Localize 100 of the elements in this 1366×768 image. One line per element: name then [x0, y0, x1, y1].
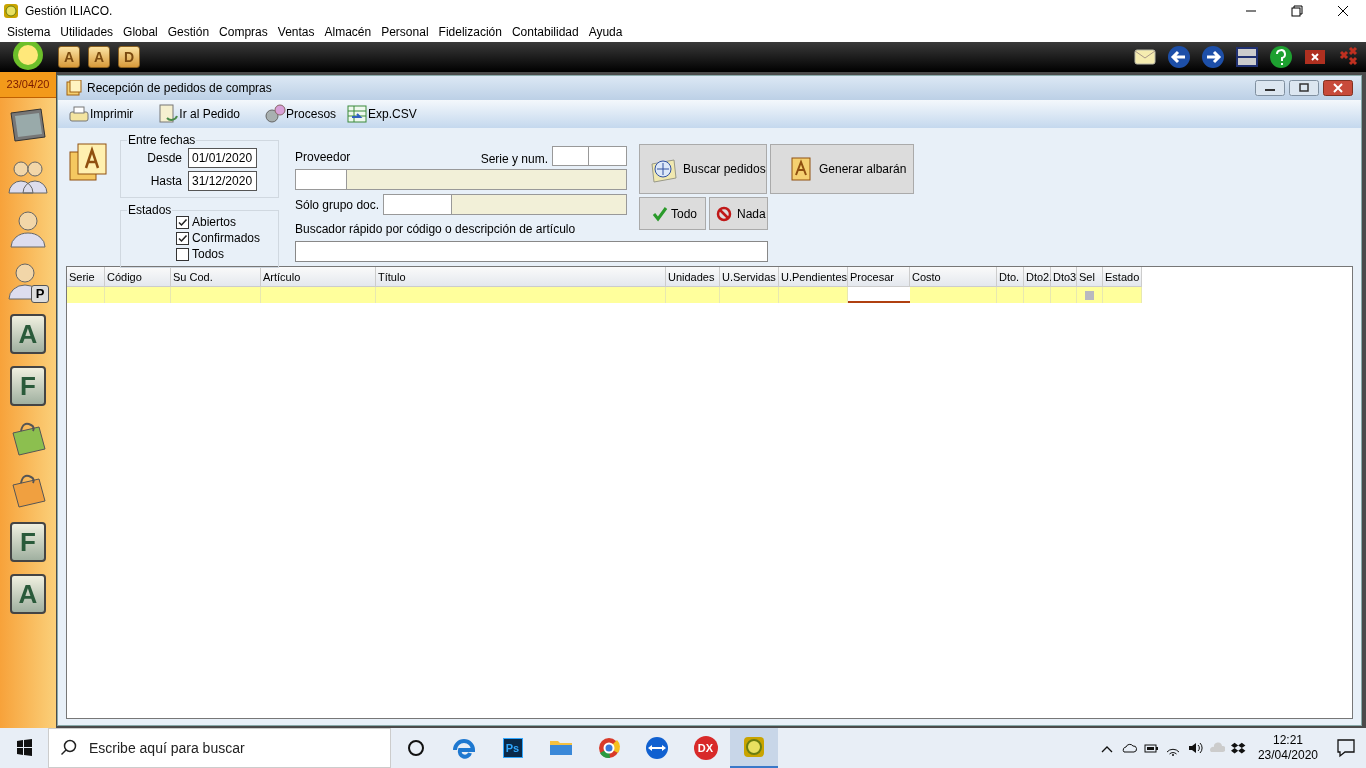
- minimize-button[interactable]: [1255, 80, 1285, 96]
- letter-button[interactable]: A: [10, 574, 46, 614]
- menu-item[interactable]: Ventas: [272, 23, 320, 41]
- column-header[interactable]: U.Pendientes: [779, 267, 848, 287]
- search-icon: [60, 739, 78, 757]
- document-title: Recepción de pedidos de compras: [87, 80, 272, 97]
- menu-item[interactable]: Contabilidad: [506, 23, 584, 41]
- column-header[interactable]: Unidades: [666, 267, 720, 287]
- maximize-button[interactable]: [1289, 80, 1319, 96]
- checkbox[interactable]: [176, 247, 189, 261]
- select-none-button[interactable]: Nada: [709, 197, 768, 230]
- column-header[interactable]: Código: [105, 267, 171, 287]
- split-window-icon[interactable]: [1234, 44, 1260, 70]
- dropbox-icon[interactable]: [1230, 740, 1247, 756]
- checkbox-row[interactable]: Abiertos: [176, 214, 261, 230]
- close-button[interactable]: [1323, 80, 1353, 96]
- document-stack-icon: [68, 142, 108, 182]
- column-header[interactable]: Dto2.: [1024, 267, 1051, 287]
- supplier-name-field[interactable]: [347, 169, 627, 190]
- toolbar-button[interactable]: Procesos: [264, 102, 343, 126]
- taskbar-app[interactable]: DX: [681, 728, 730, 768]
- column-header[interactable]: Costo: [910, 267, 997, 287]
- toolbar-button[interactable]: A: [58, 46, 80, 68]
- table-cell[interactable]: [261, 287, 376, 303]
- document-letter-icon: [791, 157, 811, 181]
- column-header[interactable]: Estado: [1103, 267, 1142, 287]
- menu-item[interactable]: Personal: [376, 23, 434, 41]
- menu-item[interactable]: Compras: [214, 23, 273, 41]
- column-header[interactable]: U.Servidas: [720, 267, 779, 287]
- checkmark-icon: [652, 205, 668, 222]
- checkbox[interactable]: [176, 215, 189, 229]
- table-cell[interactable]: [67, 287, 105, 303]
- generate-delivery-note-button[interactable]: Generar albarán: [770, 144, 914, 194]
- letter-button[interactable]: F: [10, 522, 46, 562]
- gears-icon: [264, 104, 287, 124]
- clock-time[interactable]: 12:21: [1272, 733, 1303, 748]
- speaker-icon[interactable]: [1186, 740, 1203, 756]
- taskbar-search-field[interactable]: Escribe aquí para buscar: [48, 728, 391, 768]
- menu-item[interactable]: Global: [118, 23, 163, 41]
- column-header[interactable]: Artículo: [261, 267, 376, 287]
- clock-date[interactable]: 23/04/2020: [1257, 748, 1318, 763]
- field-label: Sólo grupo doc.: [295, 196, 380, 214]
- letter-badge: P: [31, 285, 49, 303]
- help-icon[interactable]: [1268, 44, 1294, 70]
- select-checkbox[interactable]: [1085, 290, 1094, 300]
- search-orders-button[interactable]: Buscar pedidos: [639, 144, 767, 194]
- letter-button[interactable]: F: [10, 366, 46, 406]
- toolbar-button[interactable]: Ir al Pedido: [157, 102, 247, 126]
- article-search-field[interactable]: [295, 241, 768, 262]
- menu-item[interactable]: Sistema: [2, 23, 56, 41]
- table-cell[interactable]: [910, 287, 997, 303]
- column-header[interactable]: Su Cod.: [171, 267, 261, 287]
- group-code-field[interactable]: [383, 194, 453, 215]
- table-cell[interactable]: [1024, 287, 1051, 303]
- app-logo-icon: [743, 736, 765, 758]
- column-header[interactable]: Título: [376, 267, 666, 287]
- letter-button[interactable]: A: [10, 314, 46, 354]
- table-cell[interactable]: [997, 287, 1024, 303]
- person-icon[interactable]: P: [7, 261, 49, 303]
- table-cell[interactable]: [1103, 287, 1142, 303]
- taskbar-app[interactable]: [730, 728, 778, 768]
- table-cell[interactable]: [1077, 287, 1103, 303]
- menu-item[interactable]: Almacén: [319, 23, 377, 41]
- table-cell[interactable]: [376, 287, 666, 303]
- checkbox-row[interactable]: Todos: [176, 246, 261, 262]
- column-header[interactable]: Procesar: [848, 267, 910, 287]
- supplier-code-field[interactable]: [295, 169, 347, 190]
- taskbar-app[interactable]: Ps: [488, 728, 537, 768]
- menu-item[interactable]: Gestión: [162, 23, 215, 41]
- menu-item[interactable]: Ayuda: [583, 23, 628, 41]
- number-field[interactable]: [589, 146, 627, 166]
- table-cell[interactable]: [666, 287, 720, 303]
- select-all-button[interactable]: Todo: [639, 197, 706, 230]
- app-logo-icon: [3, 3, 19, 19]
- checkbox-row[interactable]: Confirmados: [176, 230, 261, 246]
- field-label: Proveedor: [295, 149, 351, 166]
- toolbar-button[interactable]: D: [118, 46, 140, 68]
- date-field[interactable]: 31/12/2020: [188, 171, 257, 191]
- menu-item[interactable]: Utilidades: [55, 23, 119, 41]
- group-label: Entre fechas: [127, 133, 197, 147]
- column-header[interactable]: Dto.: [997, 267, 1024, 287]
- column-header[interactable]: Serie: [67, 267, 105, 287]
- table-cell[interactable]: [105, 287, 171, 303]
- toolbar-button[interactable]: A: [88, 46, 110, 68]
- prohibited-icon: [716, 205, 732, 222]
- column-header[interactable]: Sel: [1077, 267, 1103, 287]
- date-field[interactable]: 01/01/2020: [188, 148, 257, 168]
- table-cell[interactable]: [779, 287, 848, 303]
- field-label: Hasta: [149, 173, 182, 190]
- group-name-field[interactable]: [452, 194, 627, 215]
- menu-item[interactable]: Fidelización: [433, 23, 507, 41]
- checkbox[interactable]: [176, 231, 189, 245]
- toolbar-button[interactable]: Imprimir: [68, 102, 140, 126]
- toolbar-button[interactable]: Exp.CSV: [346, 102, 423, 126]
- table-cell[interactable]: [1051, 287, 1077, 303]
- series-field[interactable]: [552, 146, 589, 166]
- person-icon[interactable]: [7, 209, 49, 251]
- table-cell[interactable]: [720, 287, 779, 303]
- goto-icon: [157, 104, 180, 124]
- table-cell[interactable]: [171, 287, 261, 303]
